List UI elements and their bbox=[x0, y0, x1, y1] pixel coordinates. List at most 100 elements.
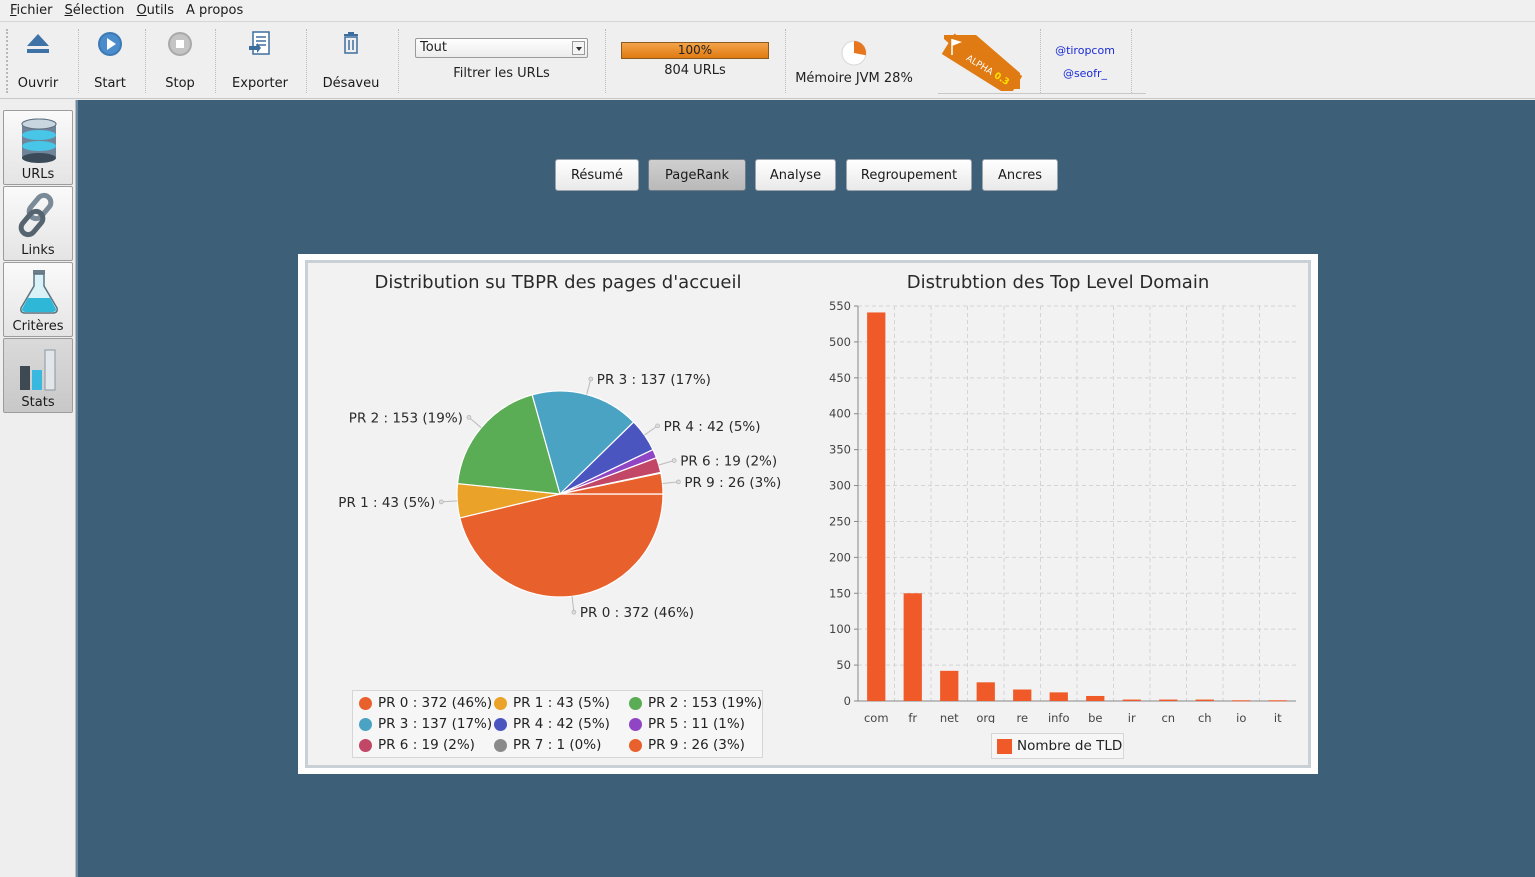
bar-ytick-label: 450 bbox=[829, 371, 851, 385]
pie-legend-entry: PR 3 : 137 (17%) bbox=[359, 716, 492, 732]
sidebar: URLs Links Critères Stats bbox=[0, 100, 76, 877]
crawl-progress-bar: 100% bbox=[621, 42, 769, 59]
legend-label: PR 7 : 1 (0%) bbox=[513, 737, 602, 753]
pie-callout-label: PR 6 : 19 (2%) bbox=[680, 454, 777, 470]
bar-xtick-label: net bbox=[940, 711, 959, 723]
bar-net bbox=[940, 670, 959, 701]
legend-label: PR 6 : 19 (2%) bbox=[378, 737, 475, 753]
url-filter-select[interactable]: Tout bbox=[415, 38, 588, 58]
open-button[interactable]: Ouvrir bbox=[16, 31, 60, 91]
pie-legend-entry: PR 7 : 1 (0%) bbox=[494, 737, 601, 753]
tab-ancres[interactable]: Ancres bbox=[982, 159, 1058, 191]
memory-label: Mémoire JVM 28% bbox=[795, 71, 913, 86]
toolbar-separator bbox=[605, 29, 606, 93]
sidebar-item-urls[interactable]: URLs bbox=[3, 110, 73, 185]
legend-label: PR 5 : 11 (1%) bbox=[648, 716, 745, 732]
sidebar-item-stats[interactable]: Stats bbox=[3, 338, 73, 413]
pie-callout-line bbox=[644, 425, 658, 436]
bar-legend-swatch bbox=[997, 738, 1012, 754]
legend-swatch bbox=[494, 696, 507, 710]
disavow-button[interactable]: Désaveu bbox=[320, 31, 382, 91]
pie-callout-dot bbox=[671, 458, 677, 463]
bar-ytick-label: 400 bbox=[829, 407, 851, 421]
twitter-link-seofr[interactable]: @seofr_ bbox=[1046, 67, 1124, 80]
pie-callout-line bbox=[586, 378, 592, 395]
bar-re bbox=[1013, 689, 1032, 701]
menu-selection[interactable]: Sélection bbox=[59, 3, 131, 18]
sidebar-item-criteres[interactable]: Critères bbox=[3, 262, 73, 337]
pie-callout-line bbox=[441, 500, 458, 503]
charts-container: Distribution su TBPR des pages d'accueil… bbox=[305, 260, 1311, 768]
pie-legend-entry: PR 1 : 43 (5%) bbox=[494, 695, 610, 711]
bar-ytick-label: 550 bbox=[829, 299, 851, 313]
toolbar-separator bbox=[1040, 29, 1041, 93]
toolbar-separator bbox=[306, 29, 307, 93]
tab-pagerank[interactable]: PageRank bbox=[648, 159, 746, 191]
export-button[interactable]: Exporter bbox=[230, 31, 290, 91]
chevron-down-icon[interactable] bbox=[572, 41, 585, 55]
legend-swatch bbox=[494, 738, 507, 752]
bar-chart-legend: Nombre de TLD bbox=[991, 733, 1124, 759]
bar-xtick-label: io bbox=[1236, 711, 1246, 723]
bar-it bbox=[1268, 700, 1287, 702]
tab-resume[interactable]: Résumé bbox=[555, 159, 639, 191]
pie-callout-label: PR 2 : 153 (19%) bbox=[349, 410, 463, 426]
pie-legend-entry: PR 6 : 19 (2%) bbox=[359, 737, 475, 753]
pie-callout-line bbox=[662, 481, 679, 485]
toolbar-grip[interactable] bbox=[6, 29, 10, 93]
pie-callout-dot bbox=[571, 609, 577, 615]
stop-button[interactable]: Stop bbox=[160, 31, 200, 91]
flask-icon bbox=[20, 270, 58, 314]
menu-bar: Fichier Sélection Outils A propos bbox=[0, 0, 1535, 22]
bar-xtick-label: it bbox=[1274, 711, 1282, 723]
tab-regroupement[interactable]: Regroupement bbox=[846, 159, 972, 191]
bar-chart: 0 50 100 150 200 250 300 350 400 450 500 550 com fr ne… bbox=[829, 299, 1296, 723]
menu-a-propos[interactable]: A propos bbox=[180, 3, 249, 18]
legend-label: PR 2 : 153 (19%) bbox=[648, 695, 763, 711]
pie-callout-label: PR 1 : 43 (5%) bbox=[338, 495, 435, 511]
bar-info bbox=[1049, 692, 1068, 701]
bar-ytick-label: 100 bbox=[829, 622, 851, 636]
bar-xtick-label: ch bbox=[1198, 711, 1212, 723]
database-icon bbox=[21, 118, 57, 163]
pie-callout-line bbox=[658, 460, 675, 466]
urls-count: 804 URLs bbox=[664, 63, 726, 78]
twitter-link-tiropcom[interactable]: @tiropcom bbox=[1046, 44, 1124, 57]
menu-outils[interactable]: Outils bbox=[130, 3, 180, 18]
toolbar-underline bbox=[938, 93, 1146, 94]
sidebar-item-links[interactable]: Links bbox=[3, 186, 73, 261]
bar-chart-icon bbox=[20, 349, 56, 391]
bar-ytick-label: 300 bbox=[829, 479, 851, 493]
pie-callout-label: PR 9 : 26 (3%) bbox=[684, 475, 781, 491]
bar-ir bbox=[1122, 699, 1141, 701]
bar-ytick-label: 250 bbox=[829, 514, 851, 528]
legend-swatch bbox=[359, 738, 372, 752]
toolbar-separator bbox=[398, 29, 399, 93]
pie-legend-entry: PR 5 : 11 (1%) bbox=[629, 716, 745, 732]
legend-label: PR 3 : 137 (17%) bbox=[378, 716, 493, 732]
legend-label: PR 9 : 26 (3%) bbox=[648, 737, 745, 753]
tab-analyse[interactable]: Analyse bbox=[755, 159, 836, 191]
legend-label: PR 4 : 42 (5%) bbox=[513, 716, 610, 732]
bar-ytick-label: 500 bbox=[829, 335, 851, 349]
legend-swatch bbox=[629, 717, 642, 731]
pie-legend-entry: PR 4 : 42 (5%) bbox=[494, 716, 610, 732]
pie-callout-label: PR 3 : 137 (17%) bbox=[597, 372, 711, 388]
toolbar-separator bbox=[785, 29, 786, 93]
toolbar-separator bbox=[78, 29, 79, 93]
pie-callout-dot bbox=[438, 499, 444, 505]
charts-frame: Distribution su TBPR des pages d'accueil… bbox=[298, 254, 1318, 774]
legend-swatch bbox=[494, 717, 507, 731]
menu-fichier[interactable]: Fichier bbox=[4, 3, 59, 18]
legend-swatch bbox=[629, 696, 642, 710]
legend-label: PR 1 : 43 (5%) bbox=[513, 695, 610, 711]
pie-callout-dot bbox=[655, 423, 660, 429]
bar-xtick-label: org bbox=[976, 711, 995, 723]
bar-xtick-label: ir bbox=[1128, 711, 1136, 723]
bar-legend-entry: Nombre de TLD bbox=[997, 738, 1122, 754]
pie-chart-title: Distribution su TBPR des pages d'accueil bbox=[374, 272, 742, 293]
start-button[interactable]: Start bbox=[90, 31, 130, 91]
bar-ch bbox=[1195, 699, 1214, 701]
bar-com bbox=[867, 312, 886, 701]
chain-link-icon bbox=[18, 192, 54, 238]
